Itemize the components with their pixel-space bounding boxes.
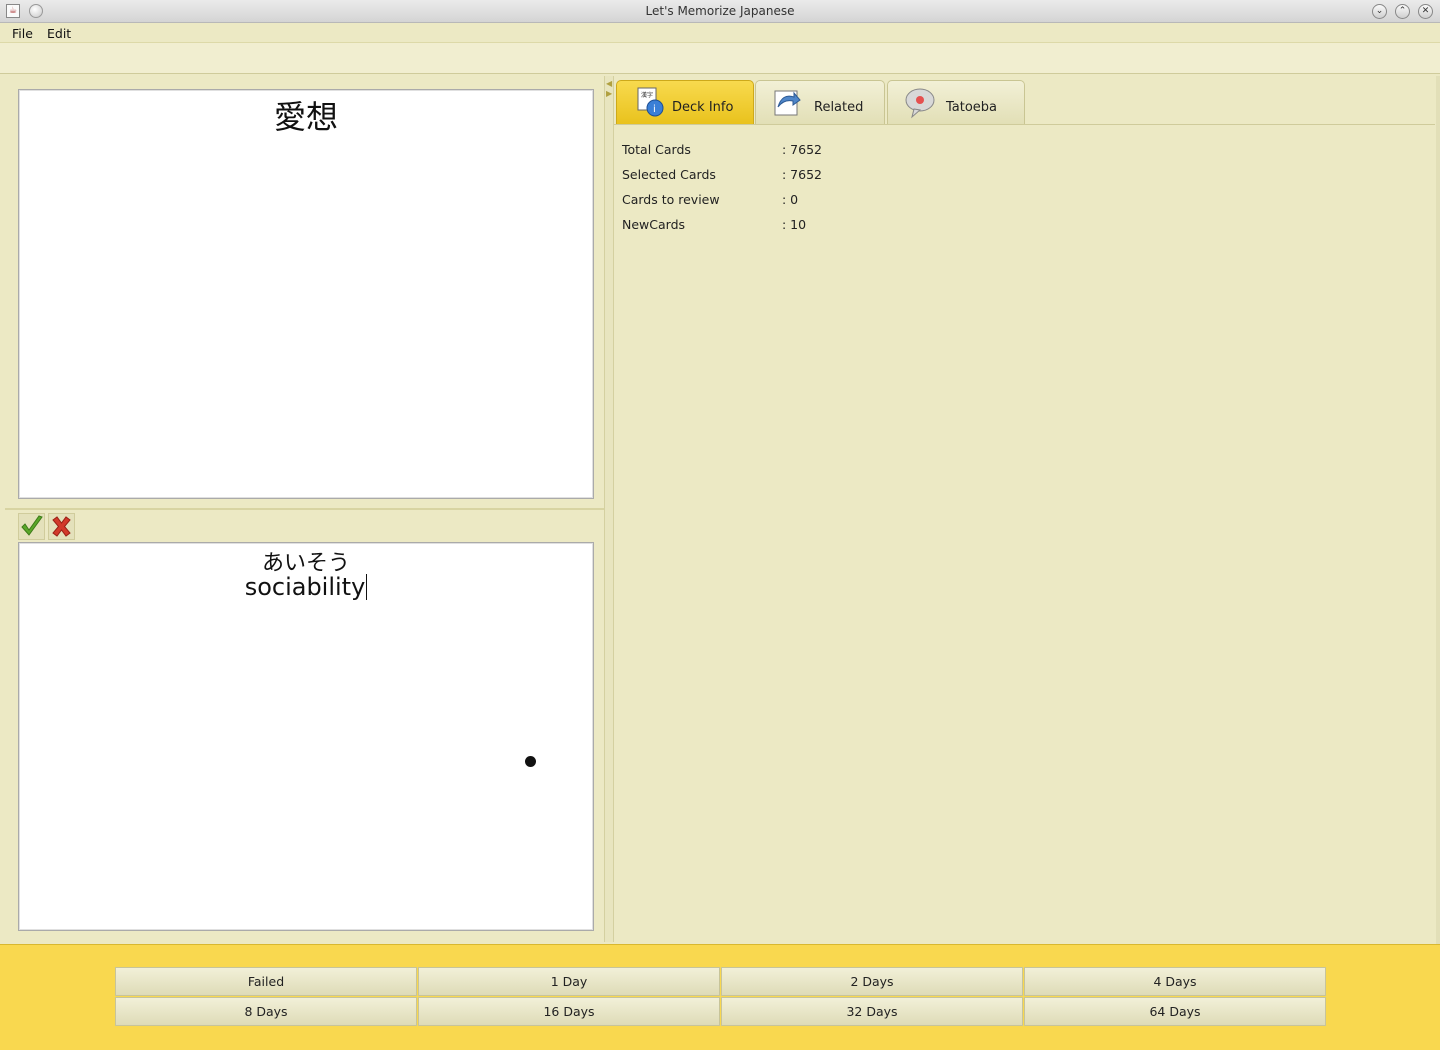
svg-text:漢字: 漢字: [641, 91, 653, 99]
check-icon: [21, 515, 43, 536]
svg-text:i: i: [653, 104, 656, 115]
maximize-icon[interactable]: ⌃: [1395, 4, 1410, 19]
card-back[interactable]: あいそう sociability: [18, 542, 594, 931]
minimize-icon[interactable]: ⌄: [1372, 4, 1387, 19]
deck-info-icon: 漢字 i: [637, 87, 664, 117]
wrong-button[interactable]: [48, 513, 75, 540]
info-value: : 7652: [782, 167, 822, 182]
interval-2-days-button[interactable]: 2 Days: [721, 967, 1023, 996]
info-label: NewCards: [622, 217, 686, 232]
interval-16-days-button[interactable]: 16 Days: [418, 997, 720, 1026]
related-icon: [774, 90, 801, 116]
card-divider[interactable]: [5, 508, 604, 510]
split-pane-divider[interactable]: ◀ ▶: [604, 76, 614, 942]
card-front-text: 愛想: [273, 98, 338, 136]
collapse-left-icon[interactable]: ◀: [606, 80, 612, 88]
tab-deck-info-label: Deck Info: [672, 100, 734, 115]
interval-failed-button[interactable]: Failed: [115, 967, 417, 996]
interval-1-day-button[interactable]: 1 Day: [418, 967, 720, 996]
interval-8-days-button[interactable]: 8 Days: [115, 997, 417, 1026]
text-caret: [366, 574, 368, 600]
interval-32-days-button[interactable]: 32 Days: [721, 997, 1023, 1026]
info-value: : 7652: [782, 142, 822, 157]
interval-4-days-button[interactable]: 4 Days: [1024, 967, 1326, 996]
info-panel: 漢字 i Deck Info Related Tatoeba Total Car…: [614, 76, 1435, 942]
cross-icon: [52, 516, 71, 537]
info-value: : 0: [782, 192, 799, 207]
tab-tatoeba[interactable]: Tatoeba: [887, 80, 1025, 124]
info-label: Selected Cards: [622, 167, 716, 182]
interval-64-days-button[interactable]: 64 Days: [1024, 997, 1326, 1026]
title-bar: ☕ Let's Memorize Japanese ⌄ ⌃ ✕: [0, 0, 1440, 23]
card-front[interactable]: 愛想: [18, 89, 594, 499]
review-interval-bar: Failed 1 Day 2 Days 4 Days 8 Days 16 Day…: [0, 944, 1440, 1050]
close-icon[interactable]: ✕: [1418, 4, 1433, 19]
tab-deck-info[interactable]: 漢字 i Deck Info: [616, 80, 754, 124]
card-meaning-text: sociability: [244, 573, 366, 601]
correct-button[interactable]: [18, 513, 45, 540]
mouse-pointer-dot: [525, 756, 536, 767]
info-value: : 10: [782, 217, 807, 232]
tab-underline: [614, 124, 1435, 125]
tab-related[interactable]: Related: [755, 80, 885, 124]
tatoeba-icon: [905, 88, 935, 119]
tab-tatoeba-label: Tatoeba: [946, 100, 998, 115]
menu-edit[interactable]: Edit: [47, 26, 71, 41]
window-edge: [1436, 76, 1440, 944]
toolbar-area: [0, 43, 1440, 74]
info-label: Total Cards: [622, 142, 691, 157]
info-label: Cards to review: [622, 192, 720, 207]
menu-file[interactable]: File: [12, 26, 33, 41]
window-title: Let's Memorize Japanese: [645, 4, 795, 18]
menu-bar: File Edit: [0, 23, 1440, 43]
tab-related-label: Related: [814, 100, 864, 115]
collapse-right-icon[interactable]: ▶: [606, 90, 612, 98]
card-meaning[interactable]: sociability: [19, 573, 593, 601]
